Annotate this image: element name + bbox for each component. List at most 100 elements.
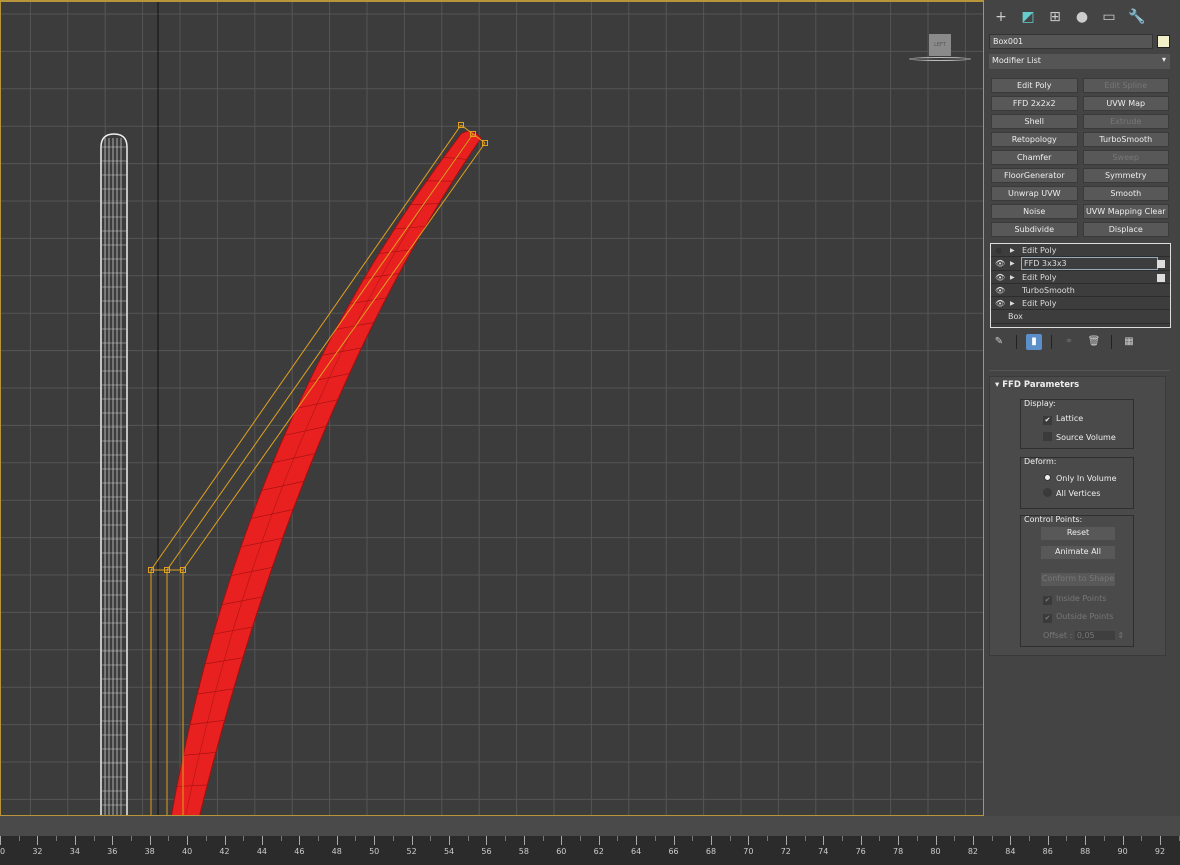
expand-triangle-icon[interactable]: ▶ [1010, 271, 1015, 284]
ruler-minor-tick [505, 836, 507, 841]
modifier-button-turbosmooth[interactable]: TurboSmooth [1082, 132, 1169, 147]
source-volume-label: Source Volume [1056, 433, 1116, 442]
stack-item-toggle[interactable] [1157, 273, 1165, 282]
outside-points-checkbox[interactable]: ✔ Outside Points [1043, 612, 1113, 623]
ruler-label: 38 [144, 847, 155, 856]
modifier-button-floorgenerator[interactable]: FloorGenerator [991, 168, 1078, 183]
ruler-minor-tick [804, 836, 806, 841]
stack-item-label: FFD 3x3x3 [1021, 257, 1158, 271]
modify-icon[interactable]: ◩ [1020, 9, 1036, 25]
ruler-label: 76 [855, 847, 866, 856]
viewport-canvas[interactable] [1, 2, 984, 816]
offset-value[interactable]: 0,05 [1074, 631, 1115, 640]
hierarchy-icon[interactable]: ⊞ [1047, 9, 1063, 25]
modifier-button-smooth[interactable]: Smooth [1082, 186, 1169, 201]
stack-item[interactable]: 👁 ▶ Edit Poly [991, 297, 1170, 311]
ruler-label: 32 [32, 847, 43, 856]
modifier-stack[interactable]: ● ▶ Edit Poly 👁 ▶ FFD 3x3x3 👁 ▶ Edit Poly 👁 TurboS… [990, 243, 1171, 328]
create-plus-icon[interactable]: + [993, 9, 1009, 25]
inside-points-checkbox[interactable]: ✔ Inside Points [1043, 594, 1106, 605]
ruler-label: 72 [780, 847, 791, 856]
object-color-swatch[interactable] [1157, 35, 1170, 48]
modifier-button-sweep[interactable]: Sweep [1082, 150, 1169, 165]
viewport[interactable]: LEFT [0, 0, 984, 816]
modifier-button-shell[interactable]: Shell [991, 114, 1078, 129]
expand-triangle-icon[interactable]: ▶ [1010, 297, 1015, 310]
modifier-button-noise[interactable]: Noise [991, 204, 1078, 219]
modifier-button-symmetry[interactable]: Symmetry [1082, 168, 1169, 183]
eye-icon[interactable]: 👁 [995, 257, 1005, 270]
ruler-minor-tick [392, 836, 394, 841]
make-unique-icon[interactable]: ⚭ [1061, 334, 1077, 350]
ffd-parameters-title[interactable]: ▾ FFD Parameters [995, 380, 1079, 390]
eye-icon[interactable]: 👁 [995, 297, 1005, 310]
display-icon[interactable]: ▭ [1101, 9, 1117, 25]
checkmark-icon: ✔ [1043, 416, 1052, 425]
all-vertices-radio[interactable]: All Vertices [1043, 488, 1100, 498]
ruler-tick [598, 836, 600, 845]
stack-item[interactable]: Box [991, 310, 1170, 324]
utilities-wrench-icon[interactable]: 🔧 [1128, 9, 1145, 25]
modifier-button-ffd-2x2x2[interactable]: FFD 2x2x2 [991, 96, 1078, 111]
remove-modifier-trash-icon[interactable]: 🗑 [1086, 334, 1102, 350]
modifier-button-subdivide[interactable]: Subdivide [991, 222, 1078, 237]
reset-button[interactable]: Reset [1041, 527, 1115, 540]
stack-item-toggle[interactable] [1157, 260, 1165, 269]
ruler-label: 34 [69, 847, 80, 856]
track-bar[interactable]: 30 32 34 36 38 40 42 44 46 48 50 52 54 56 58 60 62 64 66 68… [0, 836, 1180, 865]
pin-stack-icon[interactable]: ✎ [991, 334, 1007, 350]
stack-item[interactable]: ● ▶ Edit Poly [991, 244, 1170, 258]
offset-spinner[interactable]: Offset : 0,05 ⇕ [1043, 631, 1124, 640]
modifier-list-dropdown[interactable]: Modifier List ▾ [989, 54, 1170, 69]
expand-triangle-icon[interactable]: ▶ [1010, 244, 1015, 257]
stack-item-label: Edit Poly [1022, 246, 1057, 255]
stack-item[interactable]: 👁 TurboSmooth [991, 284, 1170, 298]
show-end-result-icon[interactable]: ▮ [1026, 334, 1042, 350]
stack-item[interactable]: 👁 ▶ Edit Poly [991, 271, 1170, 284]
animate-all-button[interactable]: Animate All [1041, 546, 1115, 559]
only-in-volume-radio[interactable]: Only In Volume [1043, 473, 1117, 483]
ruler-tick [935, 836, 937, 845]
motion-icon[interactable]: ● [1074, 9, 1090, 25]
ruler-label: 62 [593, 847, 604, 856]
chevron-down-icon: ▾ [1161, 55, 1166, 64]
time-slider[interactable] [0, 816, 1180, 836]
modifier-button-chamfer[interactable]: Chamfer [991, 150, 1078, 165]
modifier-buttons: Edit Poly Edit Spline FFD 2x2x2 UVW Map Shel… [991, 78, 1169, 237]
eye-icon[interactable]: ● [995, 244, 1002, 257]
ffd-lattice-line [166, 133, 474, 571]
modifier-button-edit-spline[interactable]: Edit Spline [1082, 78, 1169, 93]
lattice-checkbox[interactable]: ✔ Lattice [1043, 414, 1083, 425]
ruler-minor-tick [93, 836, 95, 841]
modifier-button-edit-poly[interactable]: Edit Poly [991, 78, 1078, 93]
configure-modifier-sets-icon[interactable]: ▦ [1121, 334, 1137, 350]
modifier-button-unwrap-uvw[interactable]: Unwrap UVW [991, 186, 1078, 201]
modifier-button-displace[interactable]: Displace [1082, 222, 1169, 237]
eye-icon[interactable]: 👁 [995, 271, 1005, 284]
viewcube[interactable]: LEFT [907, 32, 973, 66]
object-name-field[interactable]: Box001 [989, 34, 1153, 49]
ruler-tick [636, 836, 638, 845]
source-volume-checkbox[interactable]: Source Volume [1043, 432, 1116, 442]
ruler-minor-tick [168, 836, 170, 841]
ruler-minor-tick [205, 836, 207, 841]
stack-item[interactable]: 👁 ▶ FFD 3x3x3 [991, 257, 1170, 271]
viewcube-face[interactable]: LEFT [929, 34, 951, 56]
ffd-lattice-line [182, 142, 486, 571]
ruler-label: 86 [1042, 847, 1053, 856]
expand-triangle-icon[interactable]: ▶ [1010, 257, 1015, 270]
ruler-label: 60 [556, 847, 567, 856]
modifier-button-uvw-mapping-clear[interactable]: UVW Mapping Clear [1082, 204, 1169, 219]
modifier-button-retopology[interactable]: Retopology [991, 132, 1078, 147]
modifier-button-extrude[interactable]: Extrude [1082, 114, 1169, 129]
deform-group: Deform: Only In Volume All Vertices [1020, 457, 1134, 509]
ruler-label: 88 [1080, 847, 1091, 856]
ruler-label: 40 [182, 847, 193, 856]
ruler-tick [748, 836, 750, 845]
eye-icon[interactable]: 👁 [995, 284, 1005, 297]
ruler-minor-tick [729, 836, 731, 841]
modifier-button-uvw-map[interactable]: UVW Map [1082, 96, 1169, 111]
ruler-tick [785, 836, 787, 845]
conform-to-shape-button[interactable]: Conform to Shape [1041, 573, 1115, 586]
ruler-label: 82 [967, 847, 978, 856]
